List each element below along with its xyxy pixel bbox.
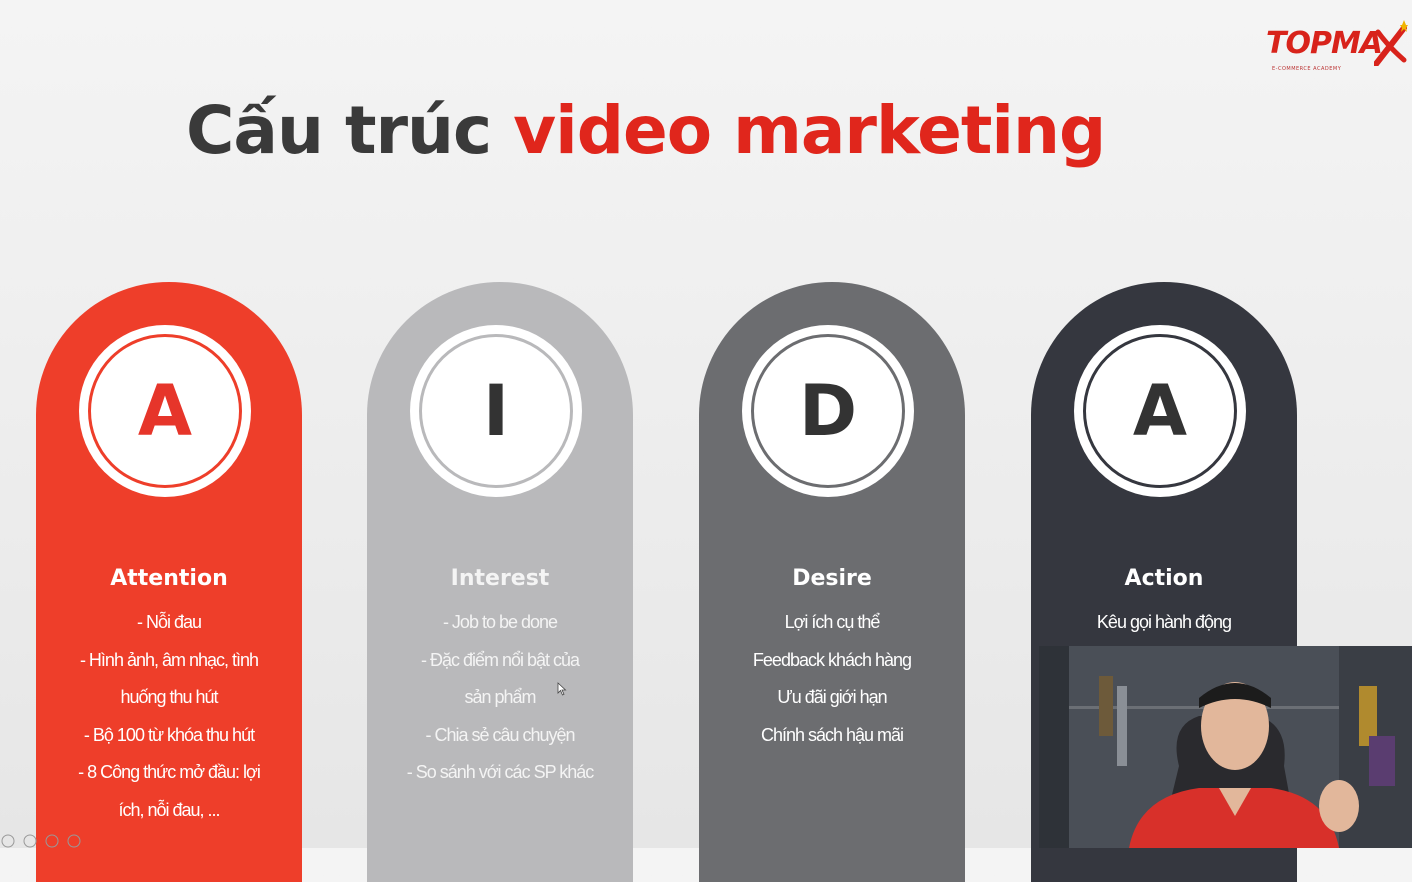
pillar-line: sản phẩm — [464, 687, 536, 707]
page-title: Cấu trúc video marketing — [186, 92, 1106, 169]
pillar-line: - So sánh với các SP khác — [406, 762, 595, 782]
pillar-letter: A — [137, 370, 193, 452]
logo-subtext: E-COMMERCE ACADEMY — [1272, 66, 1342, 72]
pillar-line: Feedback khách hàng — [752, 649, 912, 670]
letter-ring: D — [745, 328, 911, 494]
letter-ring: A — [82, 328, 248, 494]
pillar-line: - Đặc điểm nổi bật của — [420, 649, 580, 670]
pillar-line: Lợi ích cụ thể — [784, 612, 881, 632]
pillar-letter: A — [1132, 370, 1188, 452]
pillar-heading: Attention — [110, 566, 228, 591]
pillar-line: - Bộ 100 từ khóa thu hút — [83, 724, 255, 745]
pillar-line: - 8 Công thức mở đầu: lợi — [78, 762, 261, 782]
pillar-line: - Chia sẻ câu chuyện — [425, 724, 575, 745]
presenter-image — [1039, 646, 1412, 848]
pillar-lines: - Nỗi đau - Hình ảnh, âm nhạc, tình huốn… — [50, 604, 288, 829]
pillar-line: Chính sách hậu mãi — [760, 724, 904, 745]
title-part-1: Cấu trúc — [186, 92, 514, 169]
mouse-cursor-icon — [557, 682, 567, 696]
slide-controls — [1, 834, 81, 848]
presenter-webcam — [1039, 646, 1412, 848]
pillar-line: - Hình ảnh, âm nhạc, tình — [79, 649, 259, 670]
letter-ring: I — [413, 328, 579, 494]
pillar-letter: D — [798, 370, 858, 452]
pillar-heading: Interest — [450, 566, 550, 591]
pillar-heading: Desire — [792, 566, 872, 591]
pillar-line: ích, nỗi đau, ... — [118, 799, 220, 820]
pillar-line: - Job to be done — [442, 612, 558, 632]
pillar-attention: A Attention - Nỗi đau - Hình ảnh, âm nhạ… — [36, 282, 302, 882]
pillar-lines: Kêu gọi hành động — [1045, 604, 1283, 642]
pillar-lines: - Job to be done - Đặc điểm nổi bật của … — [381, 604, 619, 792]
pillar-line: huống thu hút — [120, 687, 218, 707]
pillar-line: Kêu gọi hành động — [1096, 612, 1232, 632]
topmax-logo: TOPMA E-COMMERCE ACADEMY — [1266, 20, 1408, 76]
pillar-letter: I — [482, 370, 510, 452]
pillar-heading: Action — [1124, 566, 1204, 591]
pillar-interest: I Interest - Job to be done - Đặc điểm n… — [367, 282, 633, 882]
letter-ring: A — [1077, 328, 1243, 494]
pillar-lines: Lợi ích cụ thể Feedback khách hàng Ưu đã… — [713, 604, 951, 754]
pillar-line: - Nỗi đau — [136, 612, 202, 632]
pillar-line: Ưu đãi giới hạn — [777, 687, 887, 707]
title-part-2: video marketing — [513, 92, 1106, 169]
pillar-desire: D Desire Lợi ích cụ thể Feedback khách h… — [699, 282, 965, 882]
x-star-icon — [1374, 20, 1408, 66]
logo-text: TOPMA — [1266, 26, 1383, 61]
